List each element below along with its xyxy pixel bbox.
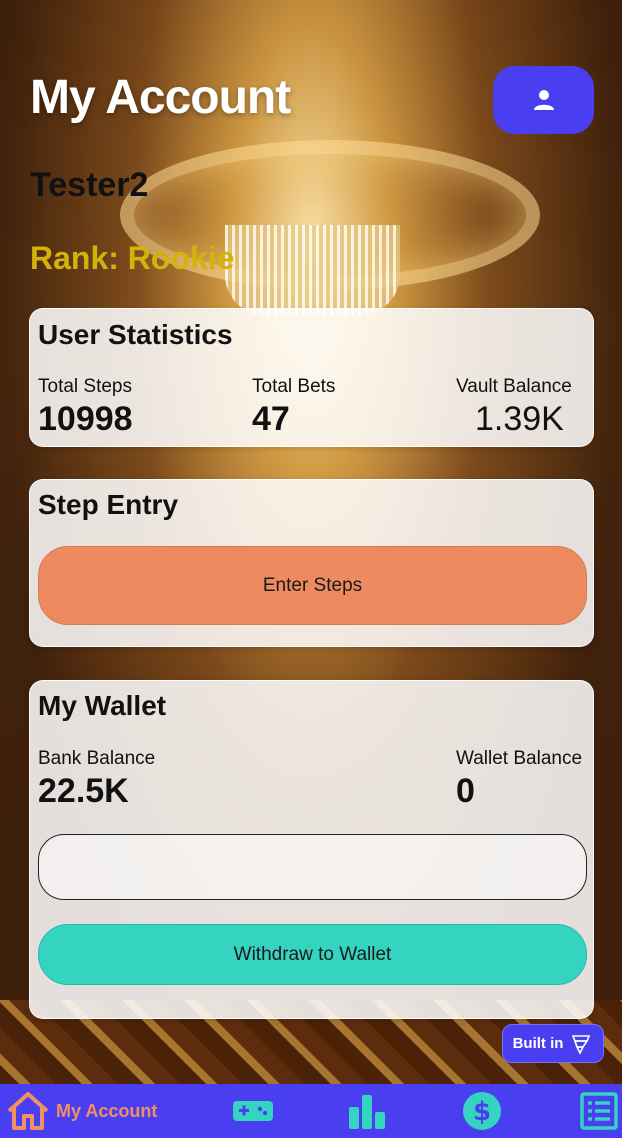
list-icon xyxy=(580,1092,618,1130)
svg-text:$: $ xyxy=(473,1097,491,1127)
wallet-balance-value: 0 xyxy=(456,772,475,810)
built-in-label: Built in xyxy=(512,1035,564,1052)
total-bets-label: Total Bets xyxy=(252,376,336,397)
bank-balance-label: Bank Balance xyxy=(38,748,156,769)
tab-my-account-label: My Account xyxy=(56,1100,158,1121)
tab-list[interactable] xyxy=(580,1084,618,1138)
enter-steps-button[interactable]: Enter Steps xyxy=(38,546,587,625)
withdraw-amount-input[interactable] xyxy=(38,834,587,900)
dollar-icon: $ xyxy=(463,1092,501,1130)
my-wallet-title: My Wallet xyxy=(38,690,167,721)
total-bets-value: 47 xyxy=(252,400,290,438)
total-steps-value: 10998 xyxy=(38,400,133,438)
tab-games[interactable] xyxy=(232,1084,274,1138)
withdraw-to-wallet-button[interactable]: Withdraw to Wallet xyxy=(38,924,587,985)
tab-my-account[interactable]: My Account xyxy=(6,1084,157,1138)
builder-logo-icon xyxy=(572,1034,591,1055)
rank-label: Rank: Rookie xyxy=(30,240,235,276)
step-entry-card: Step Entry Enter Steps xyxy=(29,479,594,647)
bank-balance-value: 22.5K xyxy=(38,772,129,810)
tab-stats[interactable] xyxy=(348,1084,386,1138)
vault-balance-value: 1.39K xyxy=(475,400,564,438)
background-chandelier xyxy=(225,225,400,315)
tab-cashier[interactable]: $ xyxy=(462,1084,502,1138)
bottom-tab-bar: My Account $ xyxy=(0,1084,622,1138)
vault-balance-label: Vault Balance xyxy=(456,376,572,397)
my-wallet-card: My Wallet Bank Balance 22.5K Wallet Bala… xyxy=(29,680,594,1019)
user-statistics-card: User Statistics Total Steps 10998 Total … xyxy=(29,308,594,447)
wallet-balance-label: Wallet Balance xyxy=(456,748,583,769)
page-title: My Account xyxy=(30,71,291,124)
step-entry-title: Step Entry xyxy=(38,489,179,520)
gamepad-icon xyxy=(233,1101,273,1121)
total-steps-label: Total Steps xyxy=(38,376,132,397)
built-in-badge[interactable]: Built in xyxy=(502,1024,604,1063)
profile-button[interactable] xyxy=(493,66,594,134)
bar-chart-icon xyxy=(349,1095,385,1129)
home-icon xyxy=(7,1092,49,1130)
user-icon xyxy=(533,90,554,110)
user-statistics-title: User Statistics xyxy=(38,319,233,350)
username: Tester2 xyxy=(30,166,149,204)
